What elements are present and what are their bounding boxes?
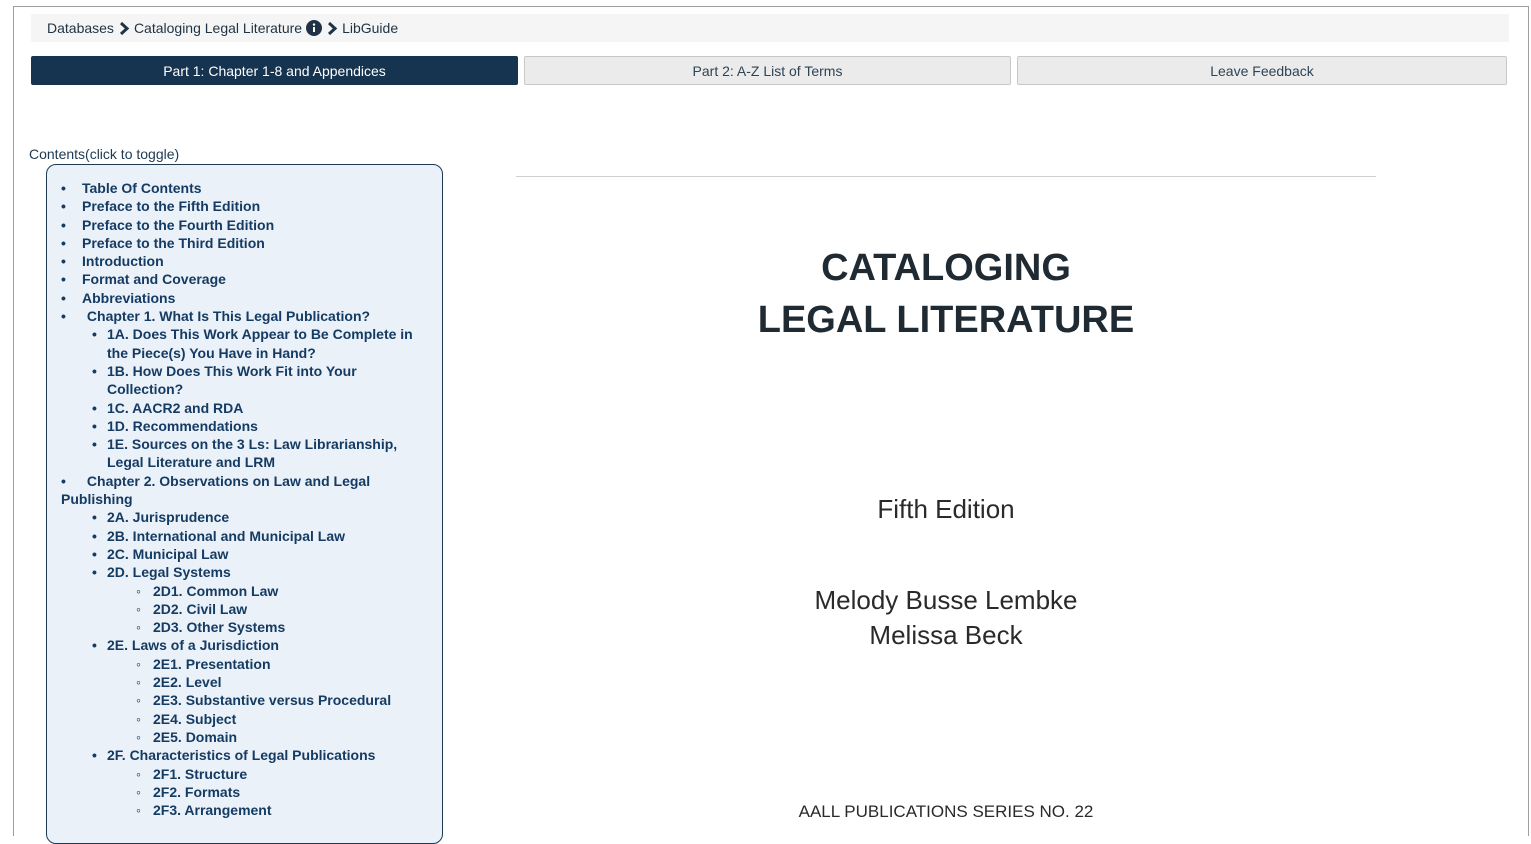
info-icon[interactable] <box>306 20 323 36</box>
toc-item[interactable]: 2B. International and Municipal Law <box>61 527 433 546</box>
breadcrumb: Databases Cataloging Legal Literature Li… <box>31 14 1509 42</box>
toc-item[interactable]: Chapter 1. What Is This Legal Publicatio… <box>61 307 433 325</box>
toc-item[interactable]: 2F. Characteristics of Legal Publication… <box>61 746 433 765</box>
toc-item[interactable]: 1C. AACR2 and RDA <box>61 399 433 418</box>
toc-item[interactable]: 2F2. Formats <box>61 783 433 802</box>
toc-item[interactable]: Preface to the Third Edition <box>61 234 433 253</box>
document-author: Melody Busse Lembke <box>814 585 1078 615</box>
chevron-right-icon <box>327 21 338 35</box>
toc-item[interactable]: 2D1. Common Law <box>61 582 433 601</box>
toc-item[interactable]: Chapter 2. Observations on Law and Legal… <box>61 472 433 509</box>
toc-item[interactable]: Abbreviations <box>61 289 433 308</box>
document-title-line-1: CATALOGING <box>821 247 1071 289</box>
toc-item[interactable]: 1A. Does This Work Appear to Be Complete… <box>61 325 433 362</box>
document-edition: Fifth Edition <box>877 494 1015 524</box>
toc-item[interactable]: 1E. Sources on the 3 Ls: Law Librariansh… <box>61 435 433 472</box>
toc-item[interactable]: 2A. Jurisprudence <box>61 508 433 527</box>
toc-item[interactable]: 2E3. Substantive versus Procedural <box>61 691 433 710</box>
tab-part-2[interactable]: Part 2: A-Z List of Terms <box>524 56 1011 85</box>
toc-item[interactable]: 2D. Legal Systems <box>61 563 433 582</box>
document-series: AALL PUBLICATIONS SERIES NO. 22 <box>798 802 1094 821</box>
toc-item[interactable]: 2D2. Civil Law <box>61 600 433 619</box>
toc-item[interactable]: Preface to the Fourth Edition <box>61 216 433 235</box>
toc-item[interactable]: Preface to the Fifth Edition <box>61 197 433 216</box>
toc-item[interactable]: 1B. How Does This Work Fit into Your Col… <box>61 362 433 399</box>
toc-item[interactable]: 2F1. Structure <box>61 765 433 784</box>
toc-item[interactable]: 2E2. Level <box>61 673 433 692</box>
toc-item[interactable]: 2E4. Subject <box>61 710 433 729</box>
chevron-right-icon <box>119 21 129 35</box>
toc-item[interactable]: 2D3. Other Systems <box>61 618 433 637</box>
breadcrumb-databases[interactable]: Databases <box>47 20 114 36</box>
tab-bar: Part 1: Chapter 1-8 and Appendices Part … <box>31 56 1507 86</box>
toc-item[interactable]: 2C. Municipal Law <box>61 545 433 564</box>
toc-item[interactable]: Format and Coverage <box>61 270 433 289</box>
toc-item[interactable]: 2F3. Arrangement <box>61 801 433 820</box>
toc-list: Table Of ContentsPreface to the Fifth Ed… <box>61 179 433 820</box>
breadcrumb-libguide[interactable]: LibGuide <box>342 20 398 36</box>
toc-toggle[interactable]: Contents(click to toggle) <box>29 146 179 162</box>
divider <box>516 176 1376 177</box>
toc-item[interactable]: 2E. Laws of a Jurisdiction <box>61 636 433 655</box>
toc-panel: Table Of ContentsPreface to the Fifth Ed… <box>46 164 443 844</box>
toc-item[interactable]: 2E5. Domain <box>61 728 433 747</box>
toc-item[interactable]: Introduction <box>61 252 433 271</box>
breadcrumb-cataloging-legal-literature[interactable]: Cataloging Legal Literature <box>134 20 302 36</box>
tab-part-1[interactable]: Part 1: Chapter 1-8 and Appendices <box>31 56 518 85</box>
document-title-line-2: LEGAL LITERATURE <box>757 299 1135 341</box>
tab-leave-feedback[interactable]: Leave Feedback <box>1017 56 1507 85</box>
toc-item[interactable]: 2E1. Presentation <box>61 655 433 674</box>
document-author: Melissa Beck <box>869 620 1023 650</box>
toc-item[interactable]: 1D. Recommendations <box>61 417 433 436</box>
toc-item[interactable]: Table Of Contents <box>61 179 433 198</box>
